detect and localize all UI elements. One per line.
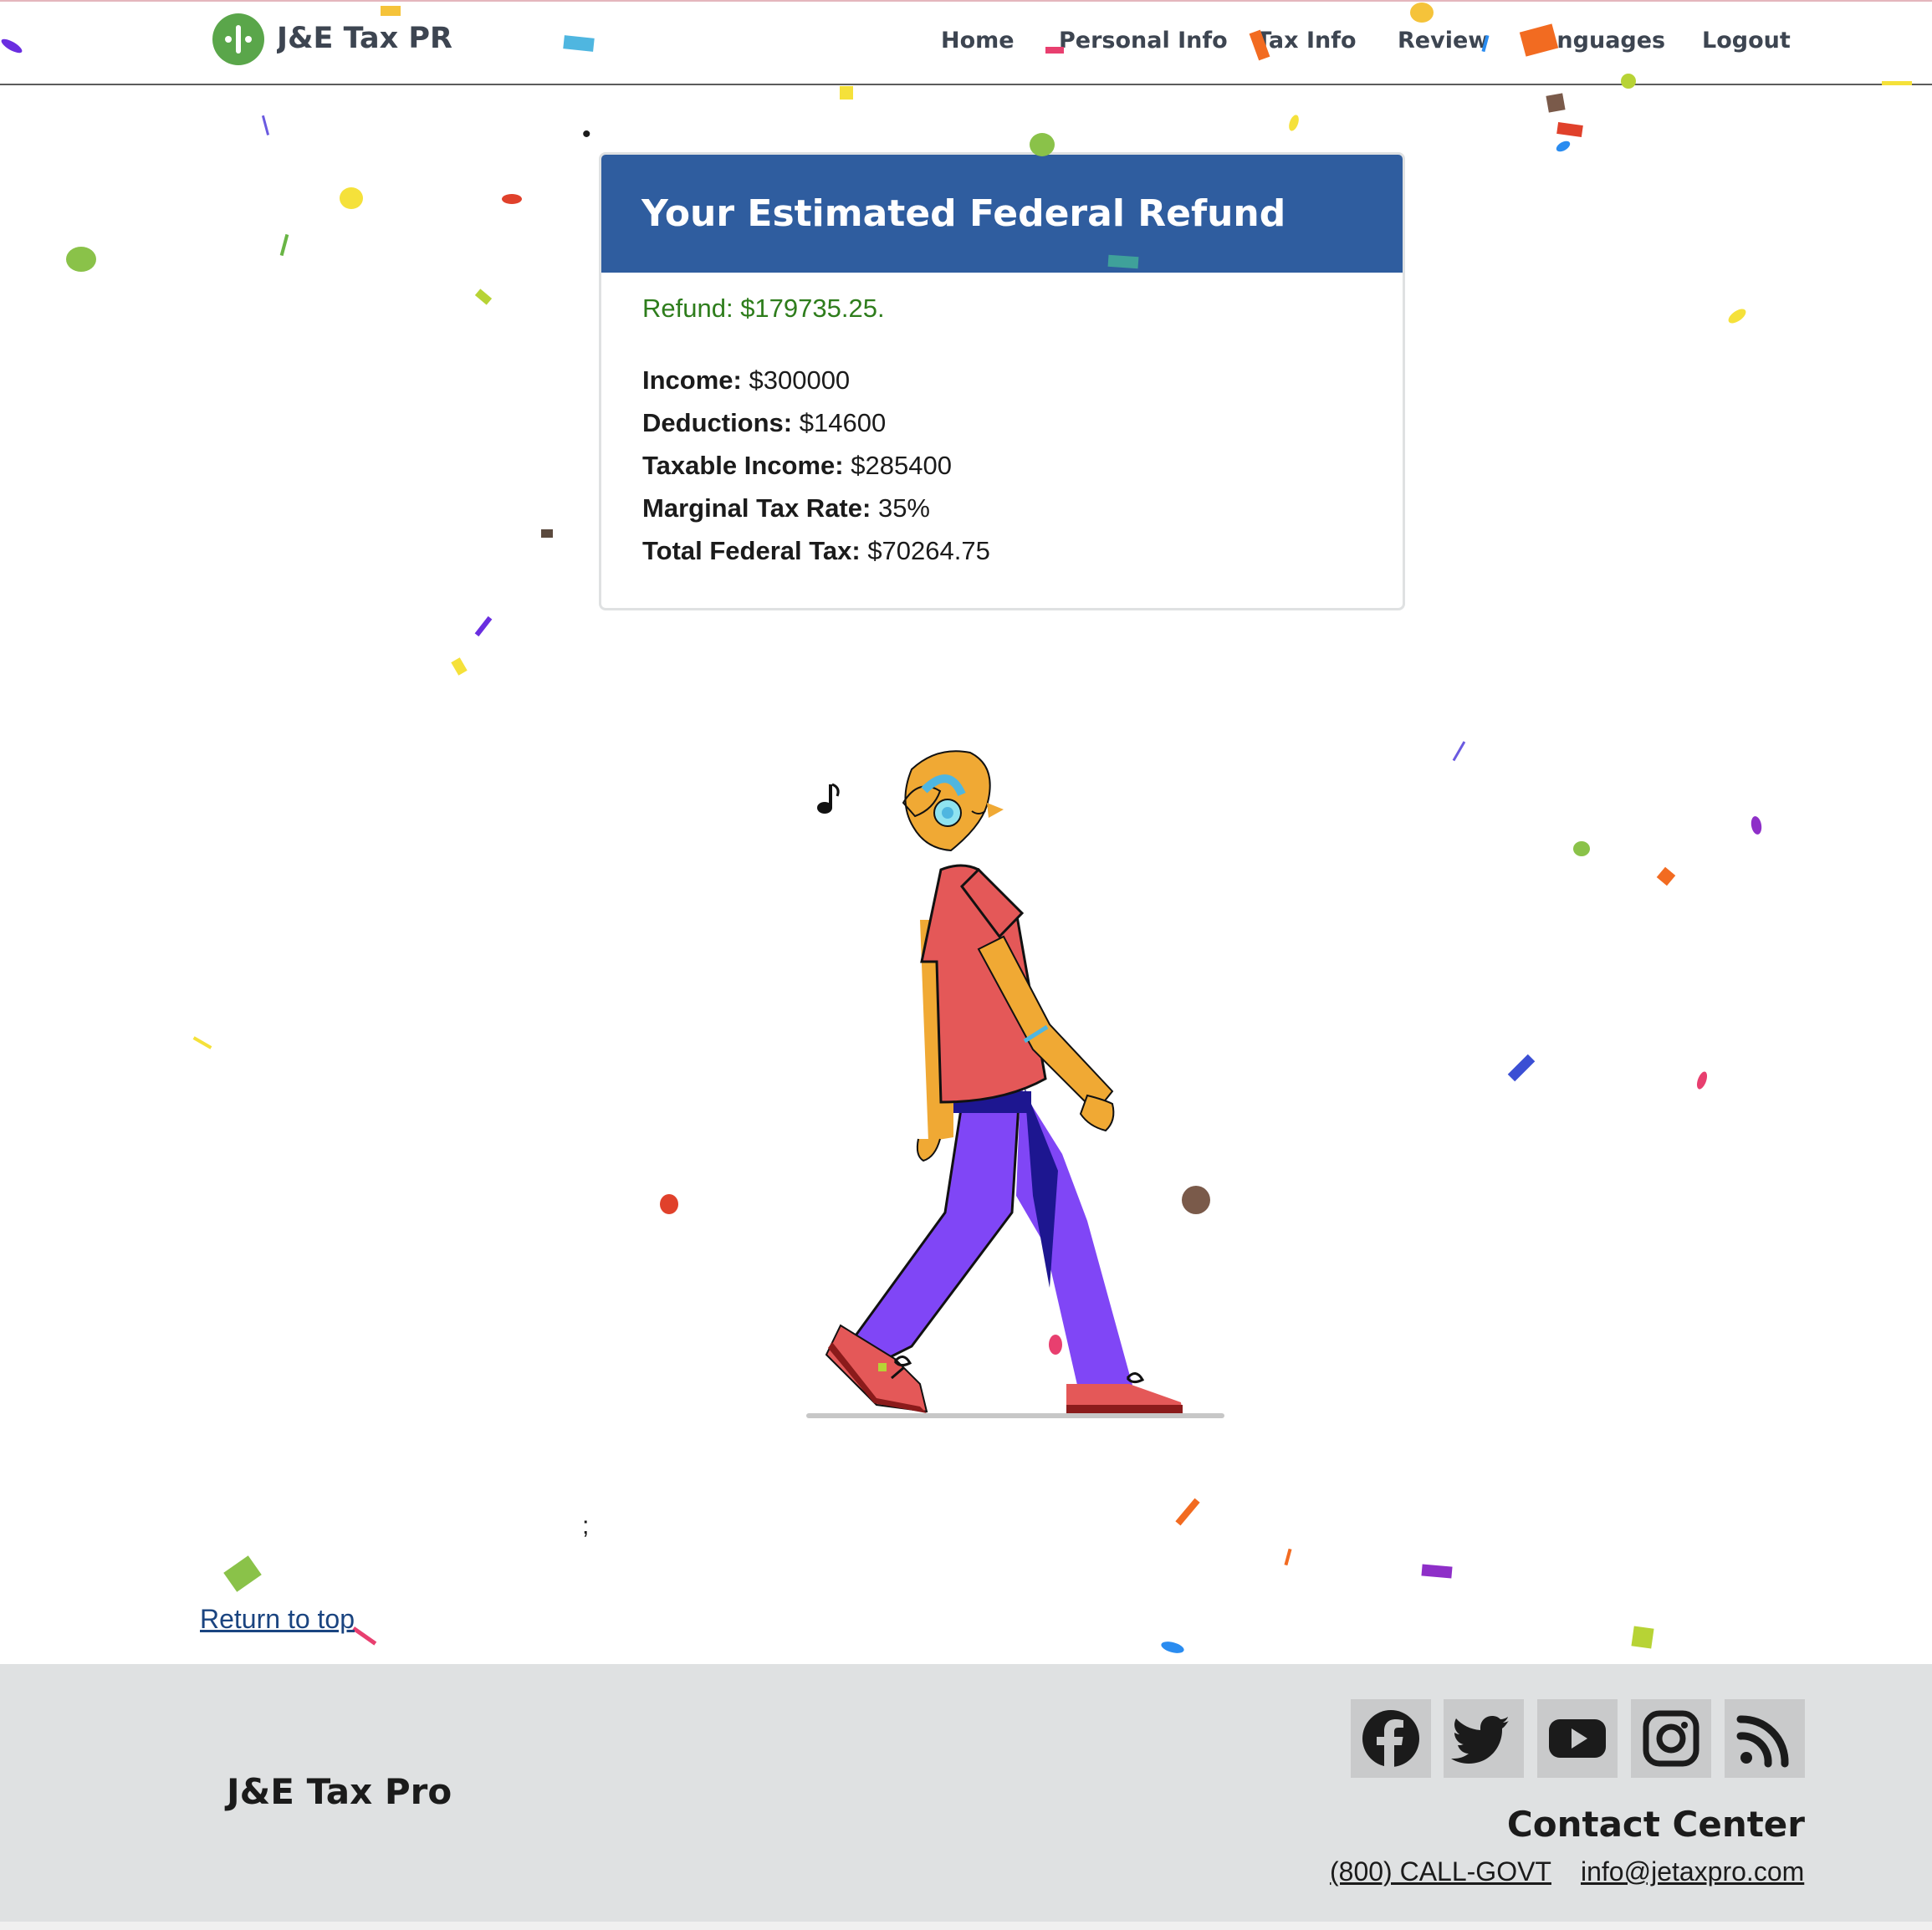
- refund-card-title: Your Estimated Federal Refund: [641, 192, 1286, 235]
- instagram-icon[interactable]: [1631, 1699, 1711, 1778]
- site-header: J&E Tax PRO Home Personal Info Tax Info …: [0, 0, 1932, 85]
- summary-row-taxable-income: Taxable Income: $285400: [642, 444, 990, 487]
- footer-bottom-strip: [0, 1922, 1932, 1930]
- footer-brand: J&E Tax Pro: [227, 1771, 452, 1812]
- summary-row-marginal-rate: Marginal Tax Rate: 35%: [642, 487, 990, 529]
- tax-summary-list: Income: $300000 Deductions: $14600 Taxab…: [642, 359, 990, 572]
- person-head: [902, 750, 1004, 852]
- site-brand[interactable]: J&E Tax PRO: [277, 17, 452, 60]
- logo-icon[interactable]: [212, 13, 264, 65]
- return-to-top-link[interactable]: Return to top: [200, 1601, 355, 1637]
- summary-label: Marginal Tax Rate:: [642, 493, 871, 523]
- stray-semicolon: ;: [582, 1512, 590, 1539]
- rss-icon[interactable]: [1725, 1699, 1805, 1778]
- stray-bullet: •: [582, 120, 591, 148]
- summary-label: Taxable Income:: [642, 451, 844, 480]
- nav-languages[interactable]: Languages: [1527, 22, 1665, 60]
- summary-row-income: Income: $300000: [642, 359, 990, 401]
- summary-row-total-tax: Total Federal Tax: $70264.75: [642, 529, 990, 572]
- nav-tax-info[interactable]: Tax Info: [1256, 22, 1357, 60]
- refund-card: Your Estimated Federal Refund Refund: $1…: [599, 152, 1405, 610]
- refund-card-header: Your Estimated Federal Refund: [601, 155, 1403, 273]
- refund-amount: Refund: $179735.25.: [642, 294, 885, 323]
- summary-row-deductions: Deductions: $14600: [642, 401, 990, 444]
- summary-value: $285400: [851, 451, 952, 480]
- summary-label: Deductions:: [642, 408, 793, 437]
- summary-label: Income:: [642, 365, 742, 395]
- nav-logout[interactable]: Logout: [1702, 22, 1791, 60]
- contact-center-title: Contact Center: [1506, 1804, 1805, 1845]
- nav-home[interactable]: Home: [941, 22, 1015, 60]
- summary-value: 35%: [877, 493, 930, 523]
- music-note-icon: [817, 783, 840, 814]
- summary-value: $14600: [799, 408, 887, 437]
- summary-value: $300000: [749, 365, 851, 395]
- contact-email-link[interactable]: info@jetaxpro.com: [1581, 1853, 1804, 1890]
- summary-label: Total Federal Tax:: [642, 536, 861, 565]
- twitter-icon[interactable]: [1444, 1699, 1524, 1778]
- nav-review[interactable]: Review: [1398, 22, 1489, 60]
- facebook-icon[interactable]: [1351, 1699, 1431, 1778]
- youtube-icon[interactable]: [1537, 1699, 1618, 1778]
- contact-phone-link[interactable]: (800) CALL-GOVT: [1330, 1853, 1551, 1890]
- nav-personal-info[interactable]: Personal Info: [1059, 22, 1228, 60]
- summary-value: $70264.75: [867, 536, 990, 565]
